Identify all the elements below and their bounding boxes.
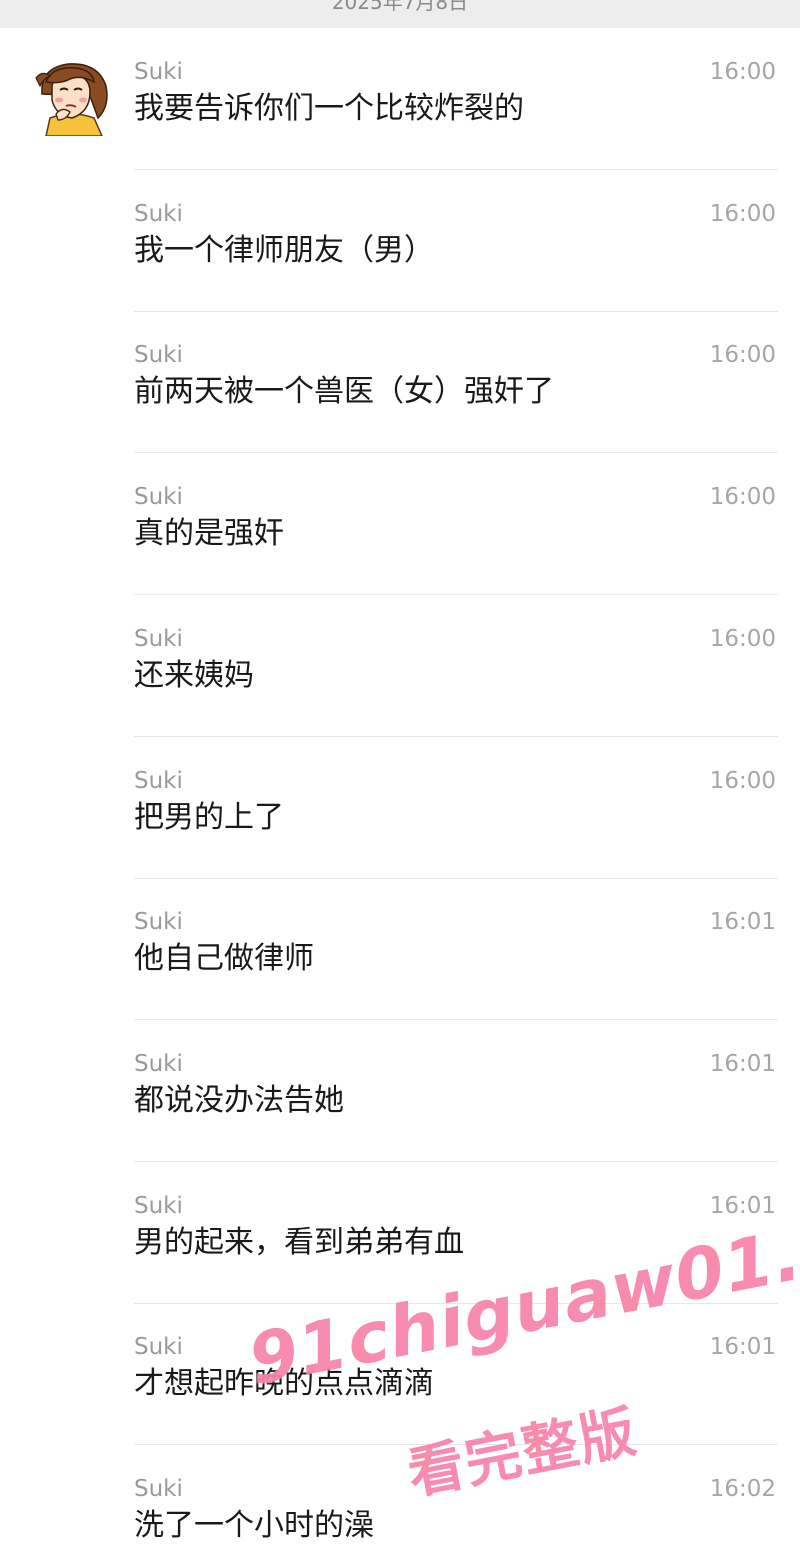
message-row[interactable]: Suki 16:00 前两天被一个兽医（女）强奸了 bbox=[0, 341, 800, 482]
message-text: 真的是强奸 bbox=[134, 516, 284, 551]
message-text: 洗了一个小时的澡 bbox=[134, 1508, 374, 1543]
message-divider bbox=[134, 594, 778, 595]
message-text: 男的起来，看到弟弟有血 bbox=[134, 1225, 464, 1260]
message-row[interactable]: Suki 16:01 都说没办法告她 bbox=[0, 1050, 800, 1191]
message-divider bbox=[134, 1019, 778, 1020]
message-timestamp: 16:00 bbox=[709, 484, 776, 510]
message-row[interactable]: Suki 16:01 他自己做律师 bbox=[0, 908, 800, 1049]
message-sender-name: Suki bbox=[134, 59, 183, 85]
message-sender-name: Suki bbox=[134, 484, 183, 510]
message-timestamp: 16:00 bbox=[709, 59, 776, 85]
message-sender-name: Suki bbox=[134, 201, 183, 227]
message-sender-name: Suki bbox=[134, 1051, 183, 1077]
message-timestamp: 16:01 bbox=[709, 1051, 776, 1077]
message-divider bbox=[134, 1444, 778, 1445]
message-sender-name: Suki bbox=[134, 768, 183, 794]
message-divider bbox=[134, 452, 778, 453]
message-row[interactable]: Suki 16:01 男的起来，看到弟弟有血 bbox=[0, 1192, 800, 1333]
date-header-text: 2025年7月8日 bbox=[331, 0, 469, 14]
message-timestamp: 16:01 bbox=[709, 1193, 776, 1219]
message-text: 前两天被一个兽医（女）强奸了 bbox=[134, 374, 554, 409]
message-timestamp: 16:00 bbox=[709, 768, 776, 794]
message-row[interactable]: Suki 16:00 把男的上了 bbox=[0, 767, 800, 908]
message-row[interactable]: Suki 16:01 才想起昨晚的点点滴滴 bbox=[0, 1333, 800, 1474]
message-timestamp: 16:00 bbox=[709, 626, 776, 652]
message-text: 他自己做律师 bbox=[134, 941, 314, 976]
message-divider bbox=[134, 736, 778, 737]
message-text: 才想起昨晚的点点滴滴 bbox=[134, 1366, 434, 1401]
message-timestamp: 16:01 bbox=[709, 1334, 776, 1360]
message-timestamp: 16:00 bbox=[709, 342, 776, 368]
message-divider bbox=[134, 1303, 778, 1304]
message-text: 把男的上了 bbox=[134, 800, 284, 835]
message-timestamp: 16:01 bbox=[709, 909, 776, 935]
message-row[interactable]: Suki 16:02 洗了一个小时的澡 bbox=[0, 1475, 800, 1546]
message-row[interactable]: Suki 16:00 还来姨妈 bbox=[0, 625, 800, 766]
message-row[interactable]: Suki 16:00 我一个律师朋友（男） bbox=[0, 200, 800, 341]
message-row[interactable]: Suki 16:00 真的是强奸 bbox=[0, 483, 800, 624]
message-sender-name: Suki bbox=[134, 626, 183, 652]
message-divider bbox=[134, 1161, 778, 1162]
message-divider bbox=[134, 169, 778, 170]
message-sender-name: Suki bbox=[134, 1476, 183, 1502]
message-divider bbox=[134, 878, 778, 879]
message-text: 还来姨妈 bbox=[134, 658, 254, 693]
message-divider bbox=[134, 311, 778, 312]
message-text: 我一个律师朋友（男） bbox=[134, 233, 434, 268]
message-sender-name: Suki bbox=[134, 909, 183, 935]
chat-history-screen: 2025年7月8日 Suki 16:00 我要告诉你们一个比较炸裂的 Suki 1 bbox=[0, 0, 800, 1546]
message-text: 都说没办法告她 bbox=[134, 1083, 344, 1118]
message-timestamp: 16:02 bbox=[709, 1476, 776, 1502]
message-sender-name: Suki bbox=[134, 1193, 183, 1219]
message-sender-name: Suki bbox=[134, 342, 183, 368]
message-row[interactable]: Suki 16:00 我要告诉你们一个比较炸裂的 bbox=[0, 58, 800, 199]
date-header: 2025年7月8日 bbox=[0, 0, 800, 28]
message-text: 我要告诉你们一个比较炸裂的 bbox=[134, 91, 524, 126]
message-timestamp: 16:00 bbox=[709, 201, 776, 227]
message-sender-name: Suki bbox=[134, 1334, 183, 1360]
